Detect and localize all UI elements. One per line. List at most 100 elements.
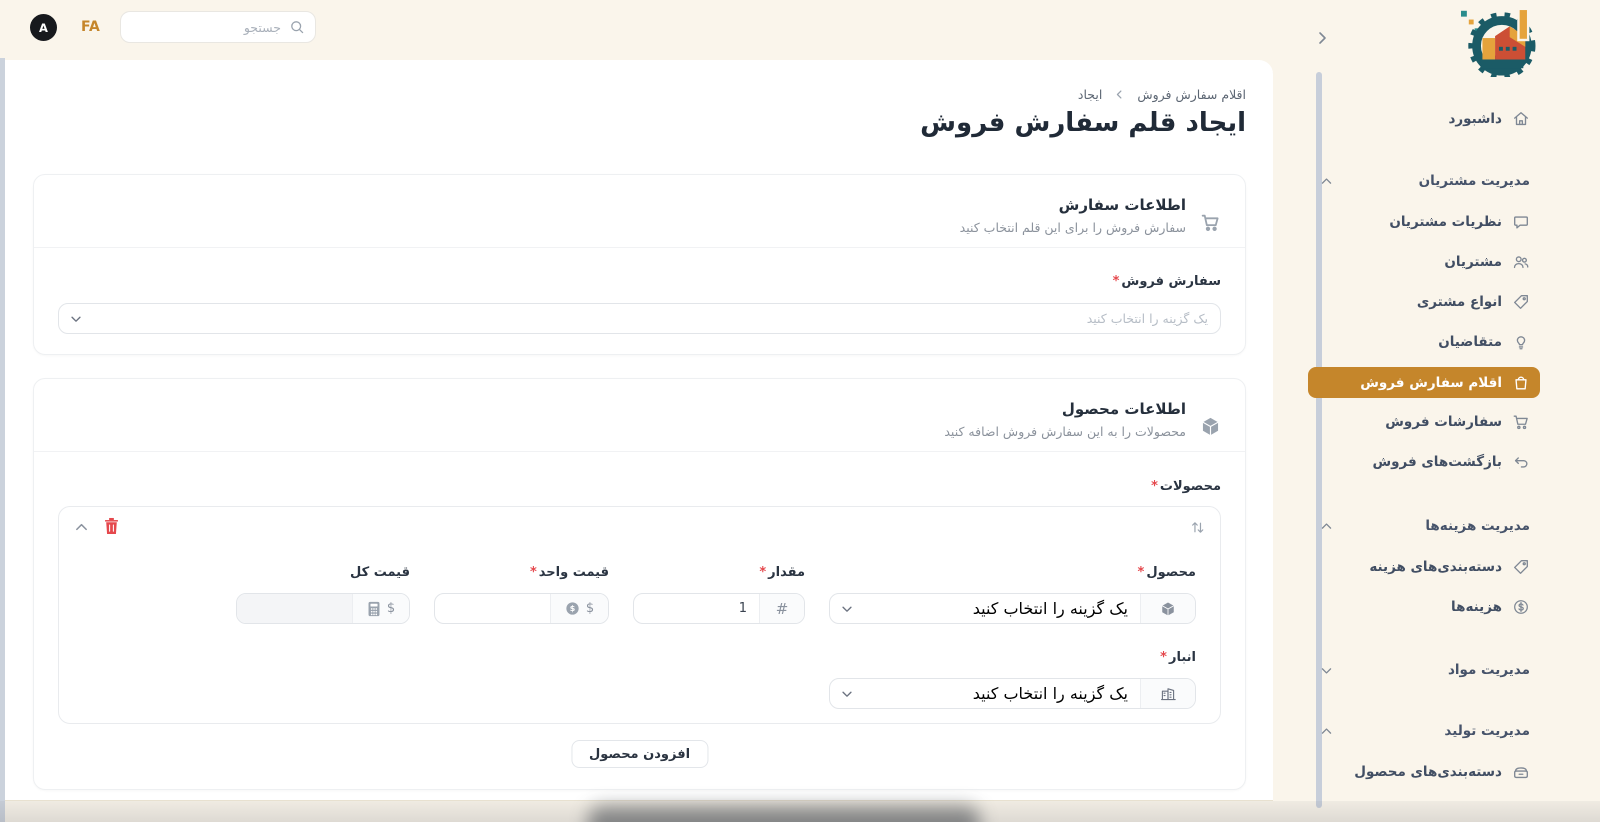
- sidebar-collapse-icon[interactable]: [1314, 30, 1330, 46]
- bottom-shadow: [588, 806, 980, 822]
- required-marker: *: [529, 565, 537, 580]
- sidebar-item-label: هزینه‌ها: [1451, 599, 1502, 615]
- page-title: ایجاد قلم سفارش فروش: [920, 108, 1246, 138]
- chevron-down-icon: [69, 312, 83, 326]
- select-placeholder: یک گزینه را انتخاب کنید: [1086, 311, 1208, 326]
- shopping-bag-icon: [1512, 374, 1530, 392]
- warehouse-icon: [1160, 686, 1176, 702]
- quantity-label: مقدار*: [759, 565, 805, 580]
- collapse-row-icon[interactable]: [74, 520, 89, 535]
- dollar-sign: $: [585, 601, 595, 616]
- sidebar-item-label: اقلام سفارش فروش: [1360, 374, 1502, 391]
- sidebar-item-label: مشتریان: [1444, 254, 1502, 270]
- product-select-addon: [1140, 594, 1195, 623]
- language-toggle[interactable]: FA: [81, 19, 100, 35]
- sidebar-item-product-categories[interactable]: دسته‌بندی‌های محصول: [1300, 761, 1600, 783]
- sidebar-section-label: مدیریت مواد: [1447, 662, 1530, 678]
- breadcrumb-item-sales-order-items[interactable]: اقلام سفارش فروش: [1137, 87, 1246, 102]
- sidebar-item-label: دسته‌بندی‌های محصول: [1354, 764, 1502, 780]
- chevron-down-icon: [1320, 664, 1333, 677]
- product-box-icon: [1512, 763, 1530, 781]
- sidebar-item-customers[interactable]: مشتریان: [1300, 251, 1600, 273]
- lightbulb-icon: [1512, 333, 1530, 351]
- sidebar-section-production-management[interactable]: مدیریت تولید: [1300, 720, 1600, 742]
- sidebar-section-expense-management[interactable]: مدیریت هزینه‌ها: [1300, 515, 1600, 537]
- product-info-card: اطلاعات محصول محصولات را به این سفارش فر…: [33, 378, 1246, 790]
- product-fields-row: محصول* یک گزینه را انتخاب کنید مقدار* # …: [83, 565, 1196, 624]
- dollar-sign: $: [386, 601, 396, 616]
- sidebar-item-dashboard[interactable]: داشبورد: [1300, 108, 1600, 130]
- required-marker: *: [1137, 565, 1145, 580]
- cube-icon: [1200, 401, 1221, 451]
- breadcrumb: اقلام سفارش فروش ایجاد: [1078, 87, 1246, 102]
- sidebar-item-expenses[interactable]: هزینه‌ها: [1300, 596, 1600, 618]
- currency-addon: $: [352, 594, 409, 623]
- cart-icon: [1200, 198, 1221, 247]
- select-placeholder: یک گزینه را انتخاب کنید: [972, 684, 1128, 703]
- sidebar-item-sales-order-items[interactable]: اقلام سفارش فروش: [1308, 367, 1540, 398]
- required-marker: *: [1160, 650, 1167, 665]
- sidebar-item-label: بازگشت‌های فروش: [1372, 454, 1502, 470]
- products-field-label: محصولات*: [1151, 479, 1221, 494]
- sidebar-item-sales-returns[interactable]: بازگشت‌های فروش: [1300, 451, 1600, 473]
- tag-icon: [1512, 558, 1530, 576]
- main-content-panel: اقلام سفارش فروش ایجاد ایجاد قلم سفارش ف…: [5, 60, 1273, 800]
- tag-icon: [1512, 293, 1530, 311]
- sidebar-item-label: داشبورد: [1448, 111, 1502, 127]
- required-marker: *: [759, 565, 767, 580]
- trash-icon[interactable]: [103, 516, 120, 536]
- sidebar-item-customer-types[interactable]: انواع مشتری: [1300, 291, 1600, 313]
- search-input[interactable]: جستجو: [120, 11, 316, 43]
- sidebar: داشبورد مدیریت مشتریان نظریات مشتریان مش…: [1300, 0, 1600, 822]
- chevron-up-icon: [1320, 520, 1333, 533]
- card-title: اطلاعات محصول: [1061, 400, 1186, 418]
- order-info-card: اطلاعات سفارش سفارش فروش را برای این قلم…: [33, 174, 1246, 355]
- total-price-label: قیمت کل: [350, 565, 410, 580]
- search-placeholder: جستجو: [243, 19, 281, 35]
- product-label: محصول*: [1137, 565, 1196, 580]
- number-addon: #: [759, 594, 804, 623]
- add-product-button[interactable]: افزودن محصول: [570, 740, 709, 768]
- product-info-header: اطلاعات محصول محصولات را به این سفارش فر…: [34, 379, 1245, 452]
- chevron-up-icon: [1320, 175, 1333, 188]
- chevron-down-icon: [840, 602, 854, 616]
- warehouse-select-addon: [1140, 679, 1195, 708]
- sidebar-item-label: انواع مشتری: [1416, 294, 1502, 310]
- sidebar-item-label: سفارشات فروش: [1385, 414, 1502, 430]
- chevron-left-icon: [1114, 89, 1125, 100]
- order-info-header: اطلاعات سفارش سفارش فروش را برای این قلم…: [34, 175, 1245, 248]
- currency-addon: $ $: [550, 594, 608, 623]
- product-select[interactable]: یک گزینه را انتخاب کنید: [829, 593, 1196, 624]
- card-subtitle: محصولات را به این سفارش فروش اضافه کنید: [944, 424, 1186, 439]
- sidebar-item-label: نظریات مشتریان: [1389, 214, 1502, 230]
- quantity-field: مقدار* #: [633, 565, 805, 624]
- chevron-down-icon: [840, 687, 854, 701]
- sales-order-select[interactable]: یک گزینه را انتخاب کنید: [58, 303, 1221, 334]
- sidebar-section-customer-management[interactable]: مدیریت مشتریان: [1300, 170, 1600, 192]
- warehouse-select[interactable]: یک گزینه را انتخاب کنید: [829, 678, 1196, 709]
- svg-text:$: $: [570, 604, 575, 613]
- warehouse-label: انبار*: [1160, 650, 1196, 665]
- cube-icon: [1160, 601, 1176, 617]
- dollar-circle-icon: [1512, 598, 1530, 616]
- card-subtitle: سفارش فروش را برای این قلم انتخاب کنید: [959, 220, 1186, 235]
- quantity-input[interactable]: [634, 594, 759, 623]
- sidebar-item-label: متقاضیان: [1438, 334, 1502, 350]
- search-icon: [289, 19, 305, 35]
- sidebar-item-applicants[interactable]: متقاضیان: [1300, 331, 1600, 353]
- app-logo: [1461, 7, 1536, 77]
- unit-price-input-group: $ $: [434, 593, 609, 624]
- sidebar-item-customer-feedback[interactable]: نظریات مشتریان: [1300, 211, 1600, 233]
- avatar[interactable]: A: [30, 14, 57, 41]
- total-price-field: قیمت کل $: [236, 565, 410, 624]
- product-row: محصول* یک گزینه را انتخاب کنید مقدار* # …: [58, 506, 1221, 724]
- total-price-input[interactable]: [237, 594, 352, 623]
- sidebar-item-sales-orders[interactable]: سفارشات فروش: [1300, 411, 1600, 433]
- required-marker: *: [1112, 274, 1120, 289]
- sidebar-item-expense-categories[interactable]: دسته‌بندی‌های هزینه: [1300, 556, 1600, 578]
- sidebar-section-material-management[interactable]: مدیریت مواد: [1300, 659, 1600, 681]
- unit-price-field: قیمت واحد* $ $: [434, 565, 609, 624]
- unit-price-input[interactable]: [435, 594, 550, 623]
- reorder-icon[interactable]: [1189, 519, 1206, 536]
- return-icon: [1512, 453, 1530, 471]
